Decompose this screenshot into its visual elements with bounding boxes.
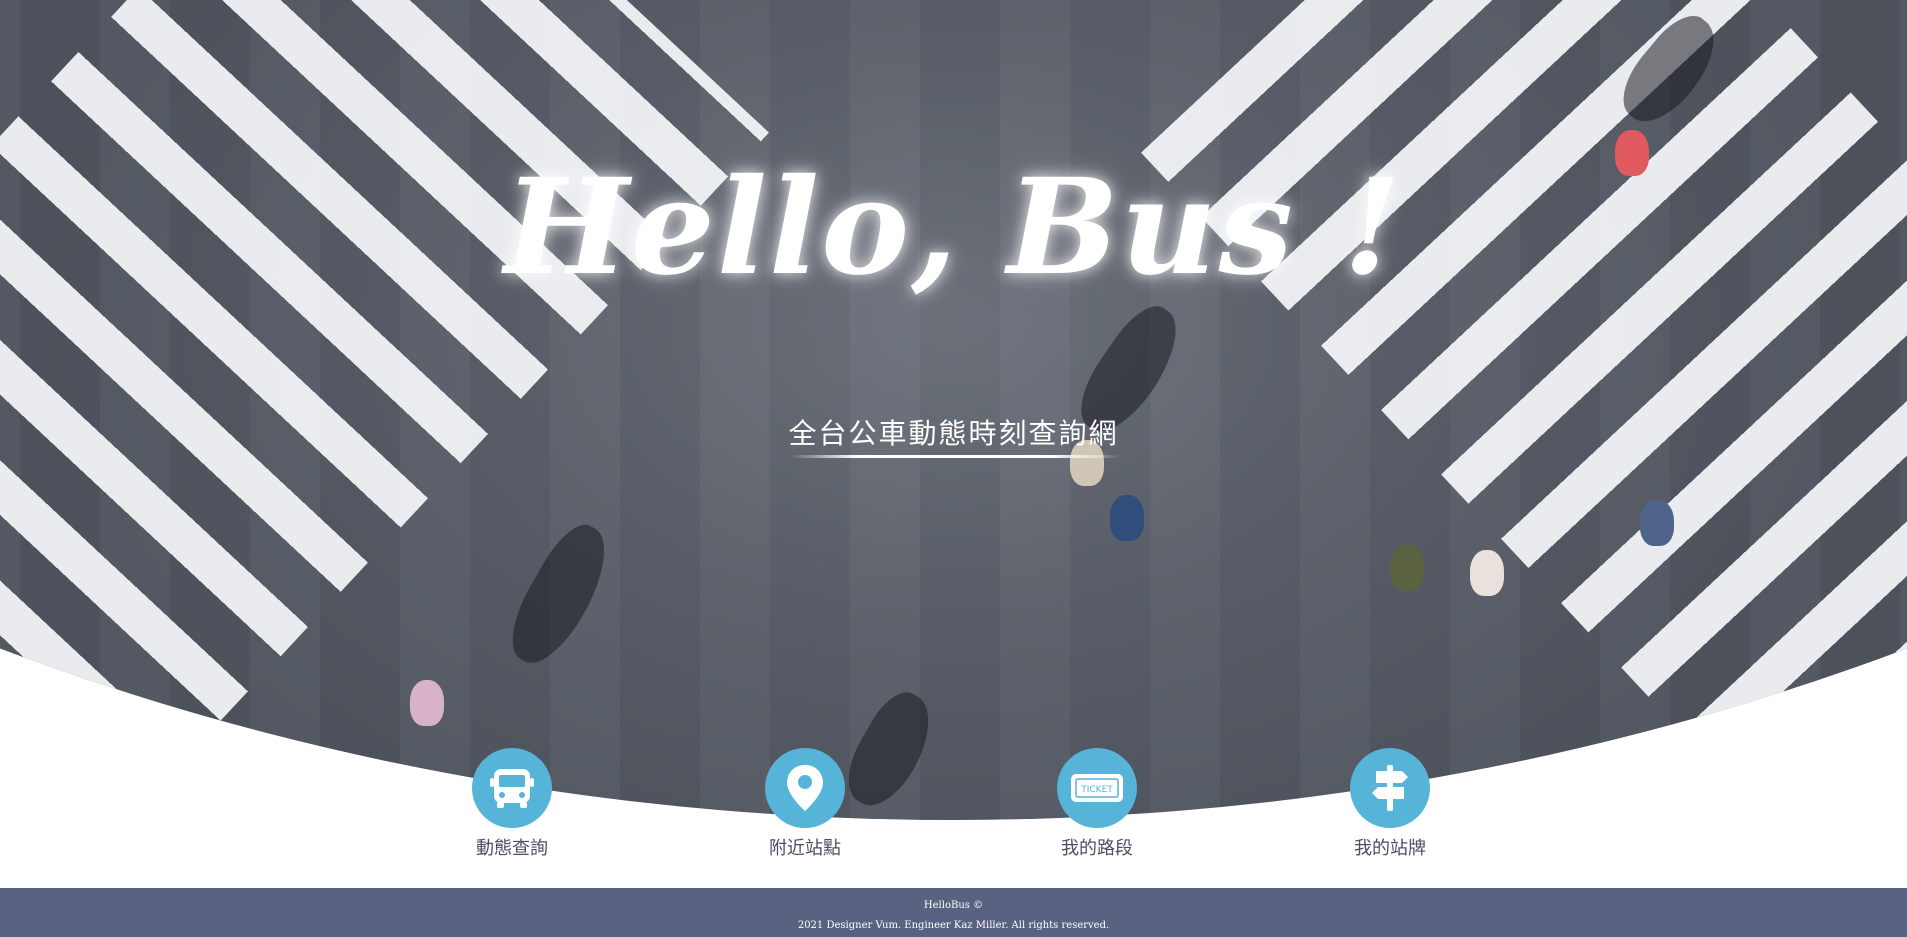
menu-item-nearby-stops[interactable]: 附近站點 [745,748,865,860]
pedestrian [1110,495,1144,541]
signpost-icon-circle [1350,748,1430,828]
pedestrian [1390,545,1424,591]
footer: HelloBus © 2021 Designer Vum. Engineer K… [0,888,1907,937]
subtitle-underline [790,455,1120,458]
bus-icon [490,769,534,808]
menu-item-label: 附近站點 [769,838,841,859]
street-scene [0,0,1907,820]
menu-item-realtime-search[interactable]: 動態查詢 [452,748,572,860]
pedestrian-shadow [496,515,624,675]
crosswalk-left [0,0,769,820]
ticket-icon-circle: TICKET [1057,748,1137,828]
pedestrian [1470,550,1504,596]
ticket-icon: TICKET [1071,774,1123,802]
hero-background [0,0,1907,820]
footer-brand: HelloBus © [923,900,984,911]
pedestrian [1640,500,1674,546]
menu-item-my-routes[interactable]: TICKET 我的路段 [1037,748,1157,860]
hero-subtitle: 全台公車動態時刻查詢網 [788,417,1119,450]
ticket-icon-text: TICKET [1080,785,1113,795]
hero-title: Hello, Bus ! [504,150,1403,305]
menu-item-label: 我的站牌 [1354,838,1426,859]
pedestrian [410,680,444,726]
menu-item-my-stops[interactable]: 我的站牌 [1330,748,1450,860]
signpost-icon [1372,765,1408,811]
menu-item-label: 動態查詢 [476,838,548,859]
map-pin-icon [787,765,823,811]
feature-menu: 動態查詢 附近站點 TICKET 我的路段 我的站牌 [0,748,1907,860]
footer-copyright: 2021 Designer Vum. Engineer Kaz Miller. … [797,920,1110,931]
crosswalk-right [1141,0,1907,820]
menu-item-label: 我的路段 [1061,838,1133,859]
page: Hello, Bus ! 全台公車動態時刻查詢網 動態查詢 附近站點 TICKE… [0,0,1907,937]
bus-icon-circle [472,748,552,828]
map-pin-icon-circle [765,748,845,828]
